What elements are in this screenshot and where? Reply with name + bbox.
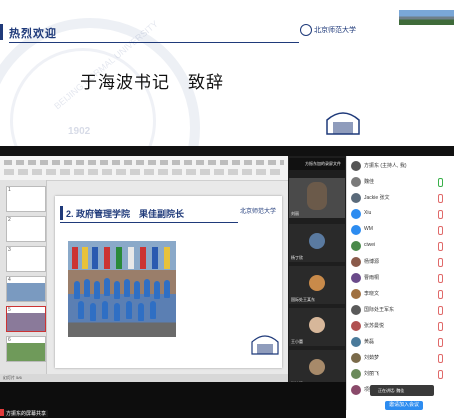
- slide-thumb-6[interactable]: 6: [6, 336, 46, 362]
- slide-title-accent-bar: [60, 206, 63, 220]
- ppt-building-emblem-icon: [251, 335, 279, 355]
- slide-thumb-2[interactable]: 2: [6, 216, 46, 242]
- mic-muted-icon[interactable]: [438, 290, 443, 299]
- mic-muted-icon[interactable]: [438, 258, 443, 267]
- logo-emblem-icon: [300, 24, 312, 36]
- participant-row[interactable]: Jackie 张文: [347, 190, 453, 206]
- participant-row[interactable]: 刘茹梦: [347, 350, 453, 366]
- avatar: [309, 275, 325, 291]
- avatar: [351, 209, 361, 219]
- screen-share-label[interactable]: 方振东的屏幕共享: [4, 410, 49, 417]
- mic-muted-icon[interactable]: [438, 242, 443, 251]
- mic-muted-icon[interactable]: [438, 194, 443, 203]
- slide-thumbnail-pane[interactable]: 1 2 3 4 5 6: [0, 180, 47, 374]
- slide-thumb-1[interactable]: 1: [6, 186, 46, 212]
- avatar: [351, 225, 361, 235]
- participant-row[interactable]: 李晓文: [347, 286, 453, 302]
- group-photo[interactable]: [68, 241, 176, 337]
- participant-row[interactable]: 黄磊: [347, 334, 453, 350]
- slide-counter: 幻灯片 5/6: [3, 375, 22, 380]
- view-separator: [0, 146, 454, 156]
- avatar: [351, 241, 361, 251]
- ppt-title-rule: [60, 222, 238, 223]
- ppt-university-logo: 北京师范大学: [240, 208, 277, 215]
- avatar: [351, 257, 361, 267]
- avatar: [351, 177, 361, 187]
- mic-icon[interactable]: [438, 178, 443, 187]
- slide-thumb-5-selected[interactable]: 5: [6, 306, 46, 332]
- mic-muted-icon[interactable]: [438, 322, 443, 331]
- ppt-ribbon[interactable]: [0, 156, 288, 181]
- avatar: [351, 353, 361, 363]
- avatar: [351, 321, 361, 331]
- video-tile-4[interactable]: 王小蕾: [289, 308, 345, 346]
- slide-thumb-3[interactable]: 3: [6, 246, 46, 272]
- video-tile-3[interactable]: 国际处王某东: [289, 266, 345, 304]
- video-tile-host[interactable]: 方振东加的录屏文件: [289, 158, 345, 170]
- slide-thumb-4[interactable]: 4: [6, 276, 46, 302]
- ppt-status-bar: 幻灯片 5/6: [0, 374, 288, 382]
- avatar: [351, 369, 361, 379]
- participant-row[interactable]: 国际处王军东: [347, 302, 453, 318]
- participant-row[interactable]: 方振东 (主持人, 我): [347, 158, 453, 174]
- video-tile-2[interactable]: 杨丁欣: [289, 224, 345, 262]
- mic-muted-icon[interactable]: [438, 226, 443, 235]
- meeting-bottom-bar: [0, 382, 346, 418]
- video-feed: [307, 182, 327, 210]
- mic-muted-icon[interactable]: [438, 354, 443, 363]
- participant-row[interactable]: 张苏曼悦: [347, 318, 453, 334]
- speaking-indicator: 正在讲话: 魏佳: [370, 385, 434, 396]
- avatar: [309, 359, 325, 375]
- avatar: [351, 337, 361, 347]
- mic-muted-icon[interactable]: [438, 210, 443, 219]
- participant-row[interactable]: WM: [347, 222, 453, 238]
- avatar: [351, 193, 361, 203]
- slide-title: 热烈欢迎: [9, 28, 57, 40]
- participant-row[interactable]: Xiu: [347, 206, 453, 222]
- logo-text: 北京师范大学: [313, 26, 356, 34]
- campus-photo-thumbnail[interactable]: [399, 10, 454, 25]
- participant-row[interactable]: 杨博源: [347, 254, 453, 270]
- ppt-slide-title: 2. 政府管理学院 果佳副院长: [66, 209, 185, 219]
- title-accent-bar: [0, 24, 3, 40]
- title-rule: [9, 42, 299, 43]
- video-tile-1[interactable]: 刘丽: [289, 178, 345, 218]
- avatar: [351, 385, 361, 395]
- participant-row[interactable]: 魏佳: [347, 174, 453, 190]
- avatar: [309, 317, 325, 333]
- invite-button[interactable]: 邀请加入会议: [385, 401, 423, 410]
- building-emblem-icon: [326, 112, 360, 135]
- university-logo: 北京师范大学: [300, 24, 360, 38]
- mic-muted-icon[interactable]: [438, 274, 443, 283]
- participant-row[interactable]: ciwei: [347, 238, 453, 254]
- mic-muted-icon[interactable]: [438, 306, 443, 315]
- seal-year: 1902: [68, 126, 91, 137]
- speech-caption: 于海波书记 致辞: [80, 73, 224, 93]
- avatar: [351, 161, 361, 171]
- participant-row[interactable]: 刘丽飞: [347, 366, 453, 382]
- mic-muted-icon[interactable]: [438, 370, 443, 379]
- participant-row[interactable]: 曹雨桐: [347, 270, 453, 286]
- avatar: [351, 305, 361, 315]
- avatar: [351, 273, 361, 283]
- mic-muted-icon[interactable]: [438, 338, 443, 347]
- avatar: [309, 233, 325, 249]
- avatar: [351, 289, 361, 299]
